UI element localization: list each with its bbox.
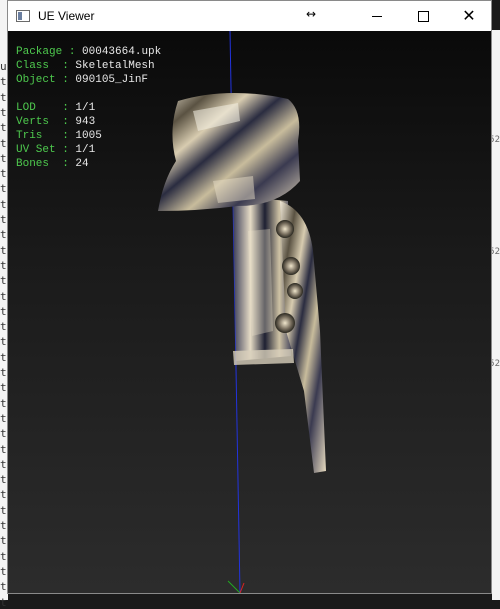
background-glyph: t (0, 228, 7, 242)
mesh-info-overlay: Package : 00043664.upk Class : SkeletalM… (16, 45, 161, 171)
title-bar[interactable]: UE Viewer ↔ ✕ (8, 1, 491, 31)
background-glyph: t (0, 105, 7, 119)
background-glyph: t (0, 136, 7, 150)
stat-bones: Bones : 24 (16, 158, 89, 170)
minimize-icon (372, 15, 382, 17)
background-glyph: t (0, 274, 7, 288)
background-glyph: t (0, 197, 7, 211)
background-glyph: t (0, 549, 7, 563)
mesh-fringe (233, 349, 294, 365)
background-glyph: t (0, 503, 7, 517)
stat-uvset: UV Set : 1/1 (16, 144, 96, 156)
background-glyph: t (0, 335, 7, 349)
mesh-coin-1 (276, 220, 294, 238)
window-title: UE Viewer (38, 9, 95, 23)
maximize-button[interactable] (400, 1, 446, 31)
background-glyph: t (0, 289, 7, 303)
background-glyph: t (0, 381, 7, 395)
background-app-right-edge: 52 52 52 (489, 30, 500, 600)
mesh-coin-4 (275, 313, 295, 333)
stat-object: Object : 090105_JinF (16, 74, 149, 86)
background-glyph: t (0, 595, 7, 609)
z-axis-line (227, 580, 241, 593)
mesh-coin-3 (287, 283, 303, 299)
background-glyph: t (0, 488, 7, 502)
background-glyph: t (0, 320, 7, 334)
background-glyph: t (0, 350, 7, 364)
stat-class: Class : SkeletalMesh (16, 60, 155, 72)
background-glyph: t (0, 411, 7, 425)
background-glyph: t (0, 396, 7, 410)
stat-package: Package : 00043664.upk (16, 46, 162, 58)
close-icon: ✕ (462, 6, 476, 25)
background-glyph: t (0, 121, 7, 135)
background-glyph: t (0, 90, 7, 104)
maximize-icon (417, 10, 429, 22)
stat-tris: Tris : 1005 (16, 130, 102, 142)
background-glyph: t (0, 258, 7, 272)
3d-viewport[interactable]: Package : 00043664.upk Class : SkeletalM… (8, 31, 491, 593)
app-icon[interactable] (16, 10, 30, 22)
ue-viewer-window: UE Viewer ↔ ✕ Package: 00043664.upk Cla… (7, 0, 492, 594)
background-glyph: t (0, 427, 7, 441)
background-glyph: t (0, 243, 7, 257)
background-glyph: t (0, 167, 7, 181)
background-glyph: t (0, 473, 7, 487)
background-glyph: t (0, 457, 7, 471)
background-glyph: t (0, 304, 7, 318)
background-glyph: t (0, 534, 7, 548)
background-glyph: t (0, 182, 7, 196)
background-glyph: t (0, 213, 7, 226)
background-glyph: u (0, 60, 7, 73)
close-button[interactable]: ✕ (446, 1, 492, 31)
mesh-coin-2 (282, 257, 300, 275)
stat-verts: Verts : 943 (16, 116, 96, 128)
background-glyph: t (0, 75, 7, 89)
background-glyph: t (0, 151, 7, 165)
x-axis-line (239, 582, 245, 593)
stat-lod: LOD : 1/1 (16, 102, 96, 114)
background-glyph: t (0, 442, 7, 456)
background-glyph: t (0, 366, 7, 379)
minimize-button[interactable] (354, 1, 400, 31)
resize-arrow-icon: ↔ (306, 7, 317, 21)
background-glyph: t (0, 580, 7, 594)
background-glyph: t (0, 519, 7, 532)
background-glyph: t (0, 564, 7, 578)
